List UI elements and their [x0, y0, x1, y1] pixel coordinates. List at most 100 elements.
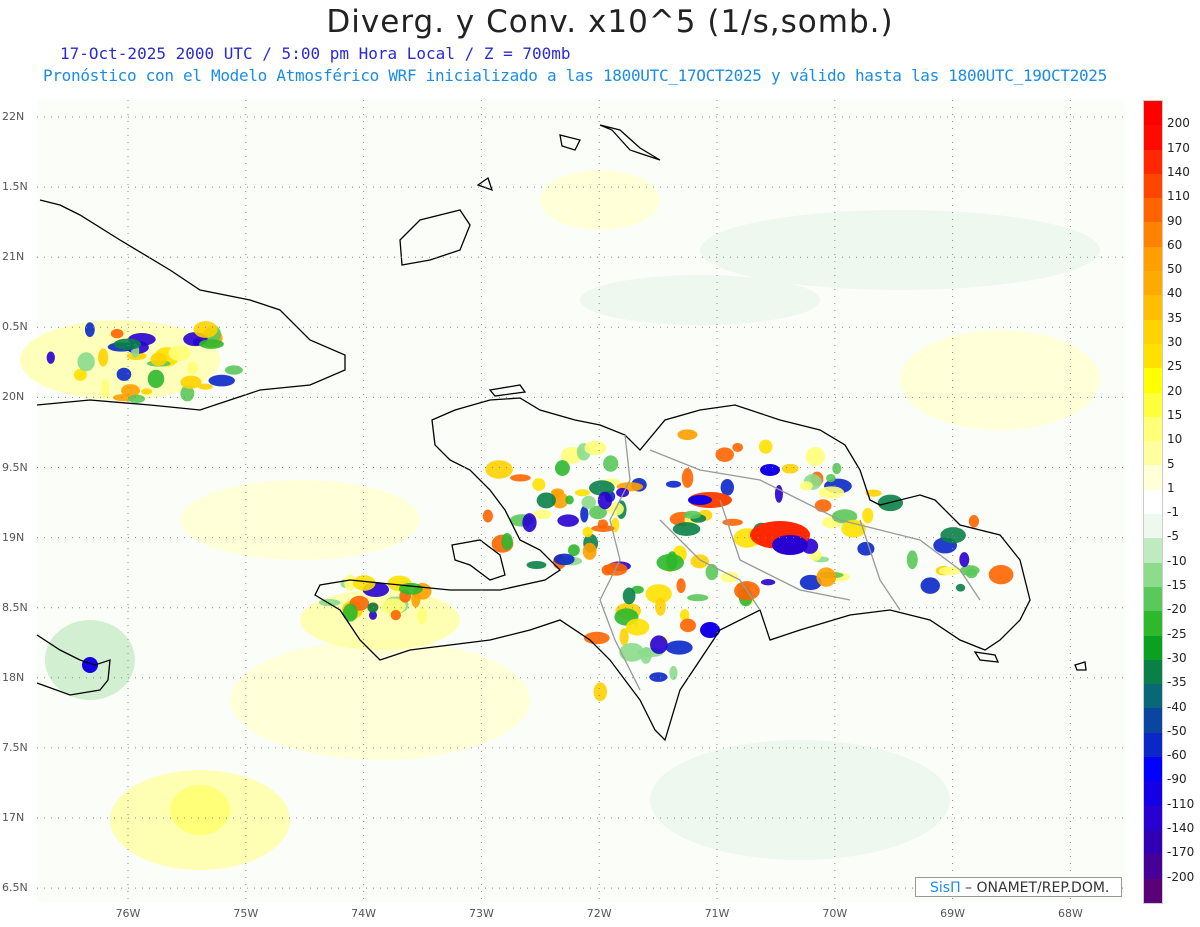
shading-cell: [677, 429, 698, 441]
colorbar-swatch: [1144, 173, 1162, 199]
colorbar-label: 25: [1167, 359, 1183, 374]
shading-cell: [650, 635, 668, 654]
shading-cell: [665, 480, 682, 488]
shading-cell: [510, 474, 531, 482]
colorbar: [1143, 100, 1163, 904]
shading-cell: [940, 527, 966, 544]
colorbar-swatch: [1144, 441, 1162, 466]
colorbar-label: 50: [1167, 262, 1183, 277]
lat-label: 7.5N: [2, 740, 28, 754]
shading-cell: [758, 439, 773, 454]
shading-cell: [672, 522, 701, 536]
colorbar-label: -1: [1167, 505, 1179, 520]
shading-cell: [485, 460, 513, 479]
shading-cell: [805, 447, 826, 466]
watermark: SisΠ – ONAMET/REP.DOM.: [915, 877, 1122, 897]
shading-cell: [665, 640, 693, 655]
shading-cell: [113, 338, 142, 350]
lat-label: 21N: [2, 250, 25, 264]
shading-cell: [690, 554, 709, 569]
shading-cell: [906, 550, 918, 570]
shading-cell: [565, 495, 574, 505]
shading-cell: [147, 369, 165, 389]
shading-cell: [720, 478, 734, 496]
shading-cell: [230, 640, 530, 760]
colorbar-label: 30: [1167, 335, 1183, 349]
shading-cell: [683, 510, 701, 519]
shading-cell: [669, 665, 678, 681]
shading-cell: [150, 352, 167, 367]
shading-cell: [193, 321, 218, 338]
colorbar-swatch: [1144, 392, 1162, 417]
colorbar-label: 140: [1167, 164, 1190, 179]
shading-cell: [582, 526, 593, 538]
shading-cell: [959, 552, 970, 568]
shading-cell: [197, 383, 213, 390]
shading-cell: [988, 565, 1014, 585]
lat-label: 1.5N: [2, 180, 28, 194]
colorbar-label: 5: [1167, 456, 1175, 471]
colorbar-swatch: [1144, 465, 1162, 490]
shading-cell: [700, 210, 1100, 290]
shading-cell: [533, 509, 552, 520]
shading-cell: [649, 672, 668, 682]
colorbar-swatch: [1144, 829, 1162, 855]
colorbar-swatch: [1144, 222, 1162, 247]
shading-cell: [832, 462, 842, 475]
shading-cell: [526, 561, 547, 570]
colorbar-label: 40: [1167, 286, 1183, 301]
shading-cell: [318, 598, 341, 607]
shading-cell: [522, 513, 537, 533]
shading-cell: [679, 618, 697, 633]
shading-cell: [342, 603, 358, 622]
colorbar-swatch: [1144, 319, 1162, 344]
shading-cell: [582, 542, 597, 560]
shading-cell: [482, 509, 493, 523]
lon-label: 75W: [233, 907, 259, 920]
shading-cell: [622, 587, 636, 605]
colorbar-swatch: [1144, 586, 1162, 612]
shading-cell: [968, 514, 980, 528]
shading-cell: [100, 378, 110, 398]
shading-cell: [170, 785, 230, 835]
colorbar-swatch: [1144, 125, 1162, 150]
lat-label: 19N: [2, 530, 25, 544]
shading-cell: [818, 486, 845, 499]
colorbar-swatch: [1144, 514, 1162, 539]
shading-cell: [574, 489, 590, 497]
shading-cell: [920, 577, 940, 594]
colorbar-label: -10: [1167, 553, 1187, 568]
colorbar-label: -140: [1167, 821, 1195, 835]
shading-cell: [84, 322, 95, 338]
colorbar-label: -50: [1167, 723, 1187, 738]
lat-label: 0.5N: [2, 320, 28, 334]
colorbar-swatch: [1144, 416, 1162, 442]
colorbar-swatch: [1144, 854, 1162, 879]
shading-cell: [580, 275, 820, 325]
colorbar-label: 90: [1167, 213, 1183, 228]
shading-cell: [687, 594, 709, 602]
shading-cell: [352, 575, 376, 591]
shading-cell: [46, 351, 55, 364]
shading-cell: [501, 533, 513, 551]
colorbar-swatch: [1144, 562, 1162, 587]
shading-cell: [781, 463, 799, 474]
colorbar-label: -35: [1167, 675, 1187, 690]
map-plot: [20, 100, 1125, 902]
colorbar-swatch: [1144, 246, 1162, 272]
lon-label: 70W: [822, 907, 848, 920]
colorbar-swatch: [1144, 343, 1162, 369]
shading-cell: [568, 544, 580, 557]
shading-cell: [760, 464, 780, 476]
shading-cell: [186, 361, 198, 375]
shading-cell: [536, 492, 556, 509]
lon-label: 71W: [704, 907, 730, 920]
shading-cell: [732, 442, 744, 452]
shading-cell: [532, 478, 546, 491]
shading-cell: [581, 495, 596, 509]
shading-cell: [625, 618, 650, 636]
colorbar-swatch: [1144, 198, 1162, 223]
colorbar-label: -15: [1167, 578, 1187, 592]
colorbar-label: -25: [1167, 626, 1187, 641]
shading-cell: [540, 170, 660, 230]
